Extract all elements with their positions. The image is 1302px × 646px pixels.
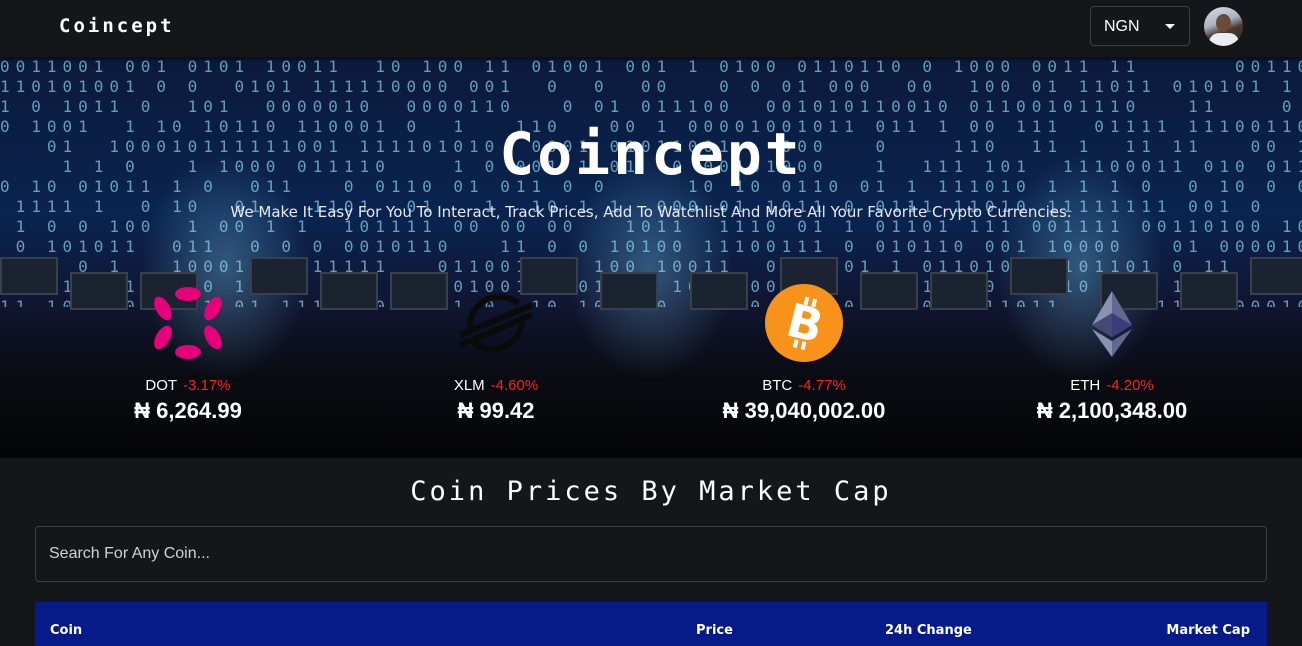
hero-title: Coincept (499, 120, 803, 188)
coin-symbol: XLM (453, 377, 485, 394)
coin-change: -3.17% (183, 377, 231, 394)
column-header-coin[interactable]: Coin (50, 623, 82, 638)
hero-subtitle: We Make It Easy For You To Interact, Tra… (230, 203, 1072, 221)
coin-price: ₦ 39,040,002.00 (722, 398, 886, 423)
carousel-coin-xlm[interactable]: XLM -4.60% ₦ 99.42 (346, 283, 646, 424)
brand-logo[interactable]: Coincept (59, 15, 175, 37)
polkadot-icon (148, 283, 228, 363)
carousel-coin-btc[interactable]: B BTC -4.77% ₦ 39,040,002.00 (654, 283, 954, 424)
coin-price: ₦ 2,100,348.00 (1036, 398, 1188, 423)
coin-symbol: ETH (1070, 377, 1101, 394)
carousel-coin-eth[interactable]: ETH -4.20% ₦ 2,100,348.00 (962, 283, 1262, 424)
search-input[interactable] (35, 526, 1267, 582)
coin-price: ₦ 6,264.99 (134, 398, 242, 423)
carousel-coin-dot[interactable]: DOT -3.17% ₦ 6,264.99 (38, 283, 338, 424)
coin-change: -4.77% (798, 377, 846, 394)
coin-change: -4.60% (490, 377, 539, 394)
coin-price: ₦ 99.42 (457, 398, 535, 423)
column-header-market-cap[interactable]: Market Cap (1166, 623, 1250, 638)
coin-change: -4.20% (1106, 377, 1154, 394)
coin-symbol: BTC (762, 377, 793, 394)
column-header-price[interactable]: Price (696, 623, 733, 638)
chevron-down-icon (1165, 24, 1175, 29)
coin-symbol: DOT (145, 377, 178, 394)
ethereum-icon (1072, 283, 1152, 363)
table-header: Coin Price 24h Change Market Cap (35, 602, 1267, 646)
currency-select[interactable]: NGN (1090, 6, 1190, 46)
top-navbar: Coincept NGN (0, 0, 1302, 57)
section-title: Coin Prices By Market Cap (410, 476, 892, 507)
stellar-icon (456, 283, 536, 363)
column-header-24h-change[interactable]: 24h Change (885, 623, 972, 638)
avatar[interactable] (1204, 7, 1243, 46)
bitcoin-icon: B (764, 283, 844, 363)
currency-value: NGN (1104, 18, 1140, 35)
